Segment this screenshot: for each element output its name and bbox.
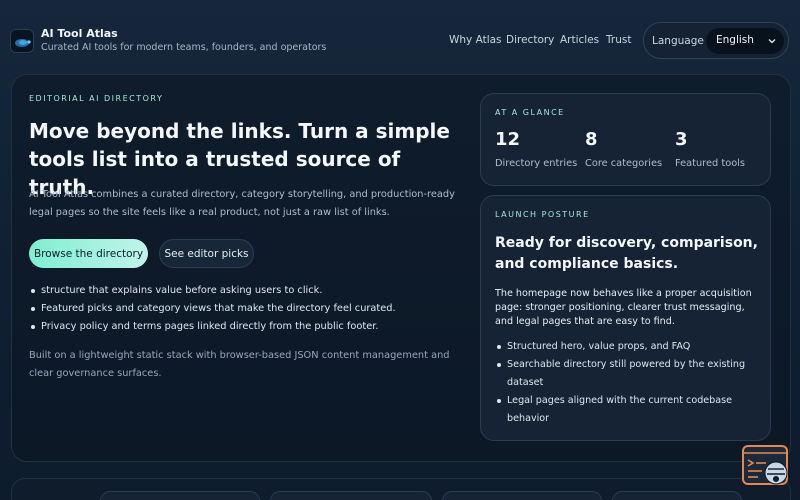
glance-label: AT A GLANCE [495,108,565,117]
stat-value-categories: 8 [585,129,598,150]
launch-description: The homepage now behaves like a proper a… [495,288,752,327]
atlas-logo-icon[interactable] [10,29,34,53]
nav-link-articles[interactable]: Articles [560,34,599,46]
editor-picks-button[interactable]: See editor picks [159,239,254,268]
language-switcher: Language English [643,22,789,59]
hero-description: AI Tool Atlas combines a curated directo… [29,189,455,218]
browse-directory-button[interactable]: Browse the directory [29,239,148,268]
list-item: structure that explains value before ask… [29,282,396,300]
launch-bullet-list: Structured hero, value props, and FAQ Se… [495,338,760,428]
value-prop-card [612,491,742,500]
stat-label-featured: Featured tools [675,158,746,169]
value-prop-card [100,491,260,500]
stat-value-entries: 12 [495,129,521,150]
list-item: Searchable directory still powered by th… [495,356,760,392]
stat-label-entries: Directory entries [495,158,578,169]
launch-title: Ready for discovery, comparison, and com… [495,235,758,272]
list-item: Privacy policy and terms pages linked di… [29,318,396,336]
list-item: Featured picks and category views that m… [29,300,396,318]
hero-bullet-list: structure that explains value before ask… [29,282,396,336]
language-label: Language [652,35,704,47]
site-header: AI Tool Atlas Curated AI tools for moder… [0,0,800,80]
nav-link-why-atlas[interactable]: Why Atlas [449,34,502,46]
stat-value-featured: 3 [675,129,688,150]
value-prop-card [270,491,432,500]
language-selected-value: English [716,34,754,46]
nav-link-directory[interactable]: Directory [506,34,554,46]
at-a-glance-card [480,93,771,186]
list-item: Structured hero, value props, and FAQ [495,338,760,356]
launch-label: LAUNCH POSTURE [495,210,590,219]
chevron-down-icon [768,39,776,44]
hero-footnote: Built on a lightweight static stack with… [29,350,450,379]
brand-title[interactable]: AI Tool Atlas [41,27,118,40]
stat-label-categories: Core categories [585,158,663,169]
language-select[interactable]: English [706,28,784,54]
brand-subtitle: Curated AI tools for modern teams, found… [41,42,327,53]
nav-link-trust[interactable]: Trust [606,34,631,46]
hero-eyebrow: EDITORIAL AI DIRECTORY [29,94,164,103]
value-prop-card [442,491,602,500]
terminal-chat-widget-icon[interactable] [742,445,790,487]
list-item: Legal pages aligned with the current cod… [495,392,760,428]
